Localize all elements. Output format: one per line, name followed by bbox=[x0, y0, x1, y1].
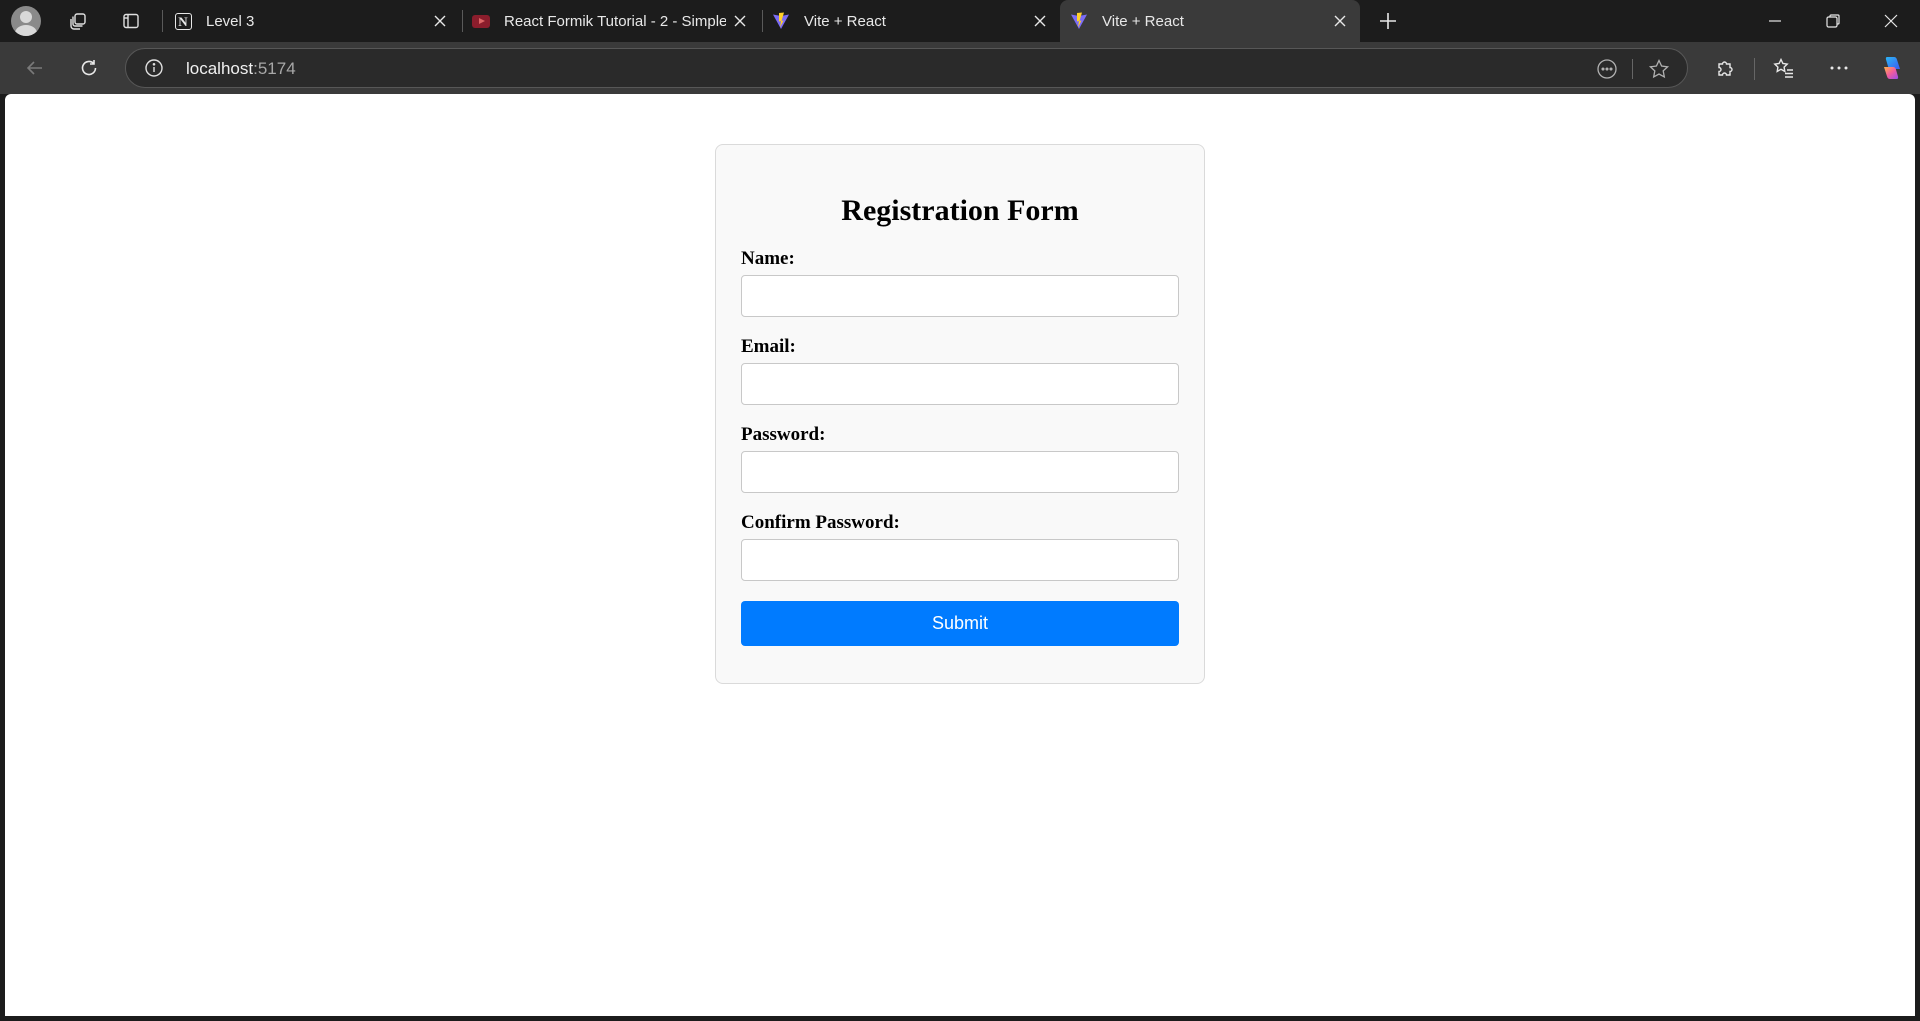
workspaces-icon bbox=[70, 13, 86, 30]
vite-icon bbox=[772, 12, 790, 30]
tab-title: Level 3 bbox=[206, 12, 255, 30]
close-tab-icon[interactable] bbox=[1026, 7, 1054, 35]
omnibox-divider bbox=[1632, 59, 1633, 79]
workspaces-button[interactable] bbox=[60, 6, 96, 36]
vite-icon bbox=[1070, 12, 1088, 30]
more-dots-icon bbox=[1830, 66, 1848, 70]
toolbar-divider bbox=[1754, 58, 1755, 80]
restore-icon bbox=[1826, 14, 1840, 28]
back-button[interactable] bbox=[17, 50, 53, 86]
refresh-icon bbox=[81, 60, 97, 76]
youtube-icon bbox=[472, 12, 490, 30]
close-tab-icon[interactable] bbox=[426, 7, 454, 35]
extensions-button[interactable] bbox=[1707, 50, 1743, 86]
puzzle-icon bbox=[1718, 61, 1733, 76]
close-icon bbox=[1884, 14, 1898, 28]
confirm-password-label: Confirm Password: bbox=[741, 512, 900, 533]
copilot-button[interactable] bbox=[1874, 50, 1910, 86]
page-viewport: Registration Form Name: Email: Password:… bbox=[5, 94, 1915, 1016]
copilot-icon bbox=[1884, 57, 1900, 79]
address-bar[interactable]: localhost:5174 bbox=[125, 48, 1688, 88]
password-input[interactable] bbox=[741, 451, 1179, 493]
more-actions-icon[interactable] bbox=[1594, 56, 1620, 82]
registration-form: Registration Form Name: Email: Password:… bbox=[715, 144, 1205, 684]
email-label: Email: bbox=[741, 336, 796, 357]
minimize-icon bbox=[1769, 20, 1781, 22]
tab-title: Vite + React bbox=[804, 12, 886, 30]
close-tab-icon[interactable] bbox=[726, 7, 754, 35]
refresh-button[interactable] bbox=[71, 50, 107, 86]
name-input[interactable] bbox=[741, 275, 1179, 317]
url-text[interactable]: localhost:5174 bbox=[186, 59, 296, 79]
password-label: Password: bbox=[741, 424, 826, 445]
tab-level-3[interactable]: N Level 3 bbox=[164, 0, 460, 42]
settings-more-button[interactable] bbox=[1821, 50, 1857, 86]
tab-separator bbox=[162, 10, 163, 32]
favorites-list-icon bbox=[1773, 57, 1793, 78]
vertical-tabs-button[interactable] bbox=[113, 6, 149, 36]
tab-title: Vite + React bbox=[1102, 12, 1184, 30]
new-tab-button[interactable] bbox=[1372, 6, 1404, 36]
close-window-button[interactable] bbox=[1862, 0, 1920, 42]
tab-actions-icon bbox=[123, 13, 139, 29]
avatar-icon bbox=[11, 6, 41, 36]
restore-button[interactable] bbox=[1804, 0, 1862, 42]
url-host: localhost bbox=[186, 59, 254, 78]
favorite-star-icon[interactable] bbox=[1646, 56, 1672, 82]
email-input[interactable] bbox=[741, 363, 1179, 405]
toolbar: localhost:5174 bbox=[0, 42, 1920, 94]
form-title: Registration Form bbox=[841, 194, 1079, 227]
tab-vite-react[interactable]: Vite + React bbox=[762, 0, 1060, 42]
url-port: :5174 bbox=[253, 59, 296, 78]
close-tab-icon[interactable] bbox=[1326, 7, 1354, 35]
tab-strip: N Level 3 React Formik Tutorial - 2 - Si… bbox=[0, 0, 1920, 42]
confirm-password-input[interactable] bbox=[741, 539, 1179, 581]
submit-button[interactable]: Submit bbox=[741, 601, 1179, 646]
notion-icon: N bbox=[174, 12, 192, 30]
info-icon[interactable] bbox=[144, 58, 164, 78]
profile-avatar[interactable] bbox=[8, 4, 44, 38]
tab-vite-react-active[interactable]: Vite + React bbox=[1060, 0, 1360, 42]
name-label: Name: bbox=[741, 248, 795, 269]
favorites-button[interactable] bbox=[1766, 50, 1802, 86]
tab-react-formik[interactable]: React Formik Tutorial - 2 - Simple bbox=[462, 0, 760, 42]
plus-icon bbox=[1380, 13, 1396, 29]
minimize-button[interactable] bbox=[1746, 0, 1804, 42]
tab-title: React Formik Tutorial - 2 - Simple bbox=[504, 12, 726, 30]
back-arrow-icon bbox=[26, 61, 42, 75]
